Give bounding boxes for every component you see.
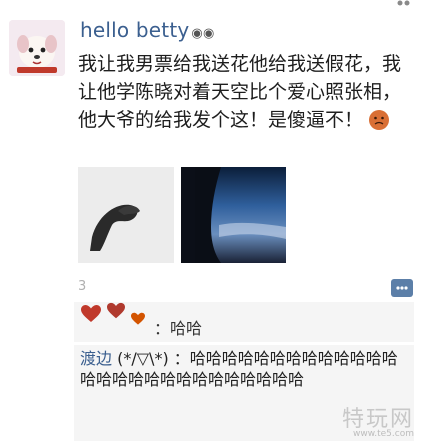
likes-panel: ：哈哈 [74, 302, 414, 342]
post-meta-row: 3 [78, 279, 418, 299]
comment-button[interactable] [391, 279, 413, 297]
dog-avatar-icon [9, 20, 65, 76]
post-photo-2[interactable] [181, 167, 286, 263]
likes-text: ：哈哈 [154, 319, 203, 338]
post-timestamp: 3 [78, 279, 87, 294]
username[interactable]: hello betty ◉◉ [80, 18, 215, 42]
heart-icon [81, 305, 101, 322]
heart-icon [107, 302, 125, 319]
comment-emoticon: (*/▽\*) [117, 349, 169, 368]
heart-icon [131, 312, 145, 325]
comment-author[interactable]: 渡边 [80, 349, 112, 368]
sky-photo [181, 167, 286, 263]
comment-bubble-icon [392, 280, 412, 296]
hand-gesture-photo [78, 167, 174, 263]
post-text: 我让我男票给我送花他给我送假花，我让他学陈晓对着天空比个爱心照张相，他大爷的给我… [78, 53, 402, 131]
avatar[interactable] [9, 20, 65, 76]
post-body-text: 我让我男票给我送花他给我送假花，我让他学陈晓对着天空比个爱心照张相，他大爷的给我… [78, 50, 408, 134]
top-corner-icon [397, 0, 410, 6]
comment-item: 渡边 (*/▽\*) ：哈哈哈哈哈哈哈哈哈哈哈哈哈哈哈哈哈哈哈哈哈哈哈哈哈哈哈 [80, 348, 408, 390]
post-photo-1[interactable] [78, 167, 174, 263]
username-text: hello betty [80, 18, 190, 42]
annoyed-face-emoji-icon [369, 110, 390, 130]
site-watermark: 特玩网 www.te5.com [330, 401, 414, 439]
user-badge-icon: ◉◉ [191, 26, 215, 41]
